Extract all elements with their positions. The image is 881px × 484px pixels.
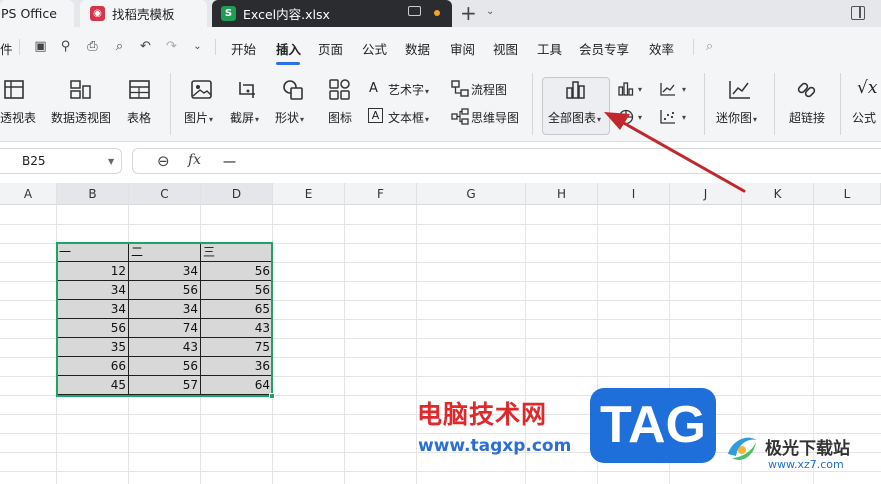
watermark-site-url: www.xz7.com [768,458,844,471]
watermark-tag-logo: TAG [590,388,716,463]
aurora-logo-icon [728,437,756,461]
watermark-site-name: 电脑技术网 [417,400,548,429]
watermark-url: www.tagxp.com [418,436,572,456]
watermark-site-cn: 极光下载站 [765,439,850,459]
